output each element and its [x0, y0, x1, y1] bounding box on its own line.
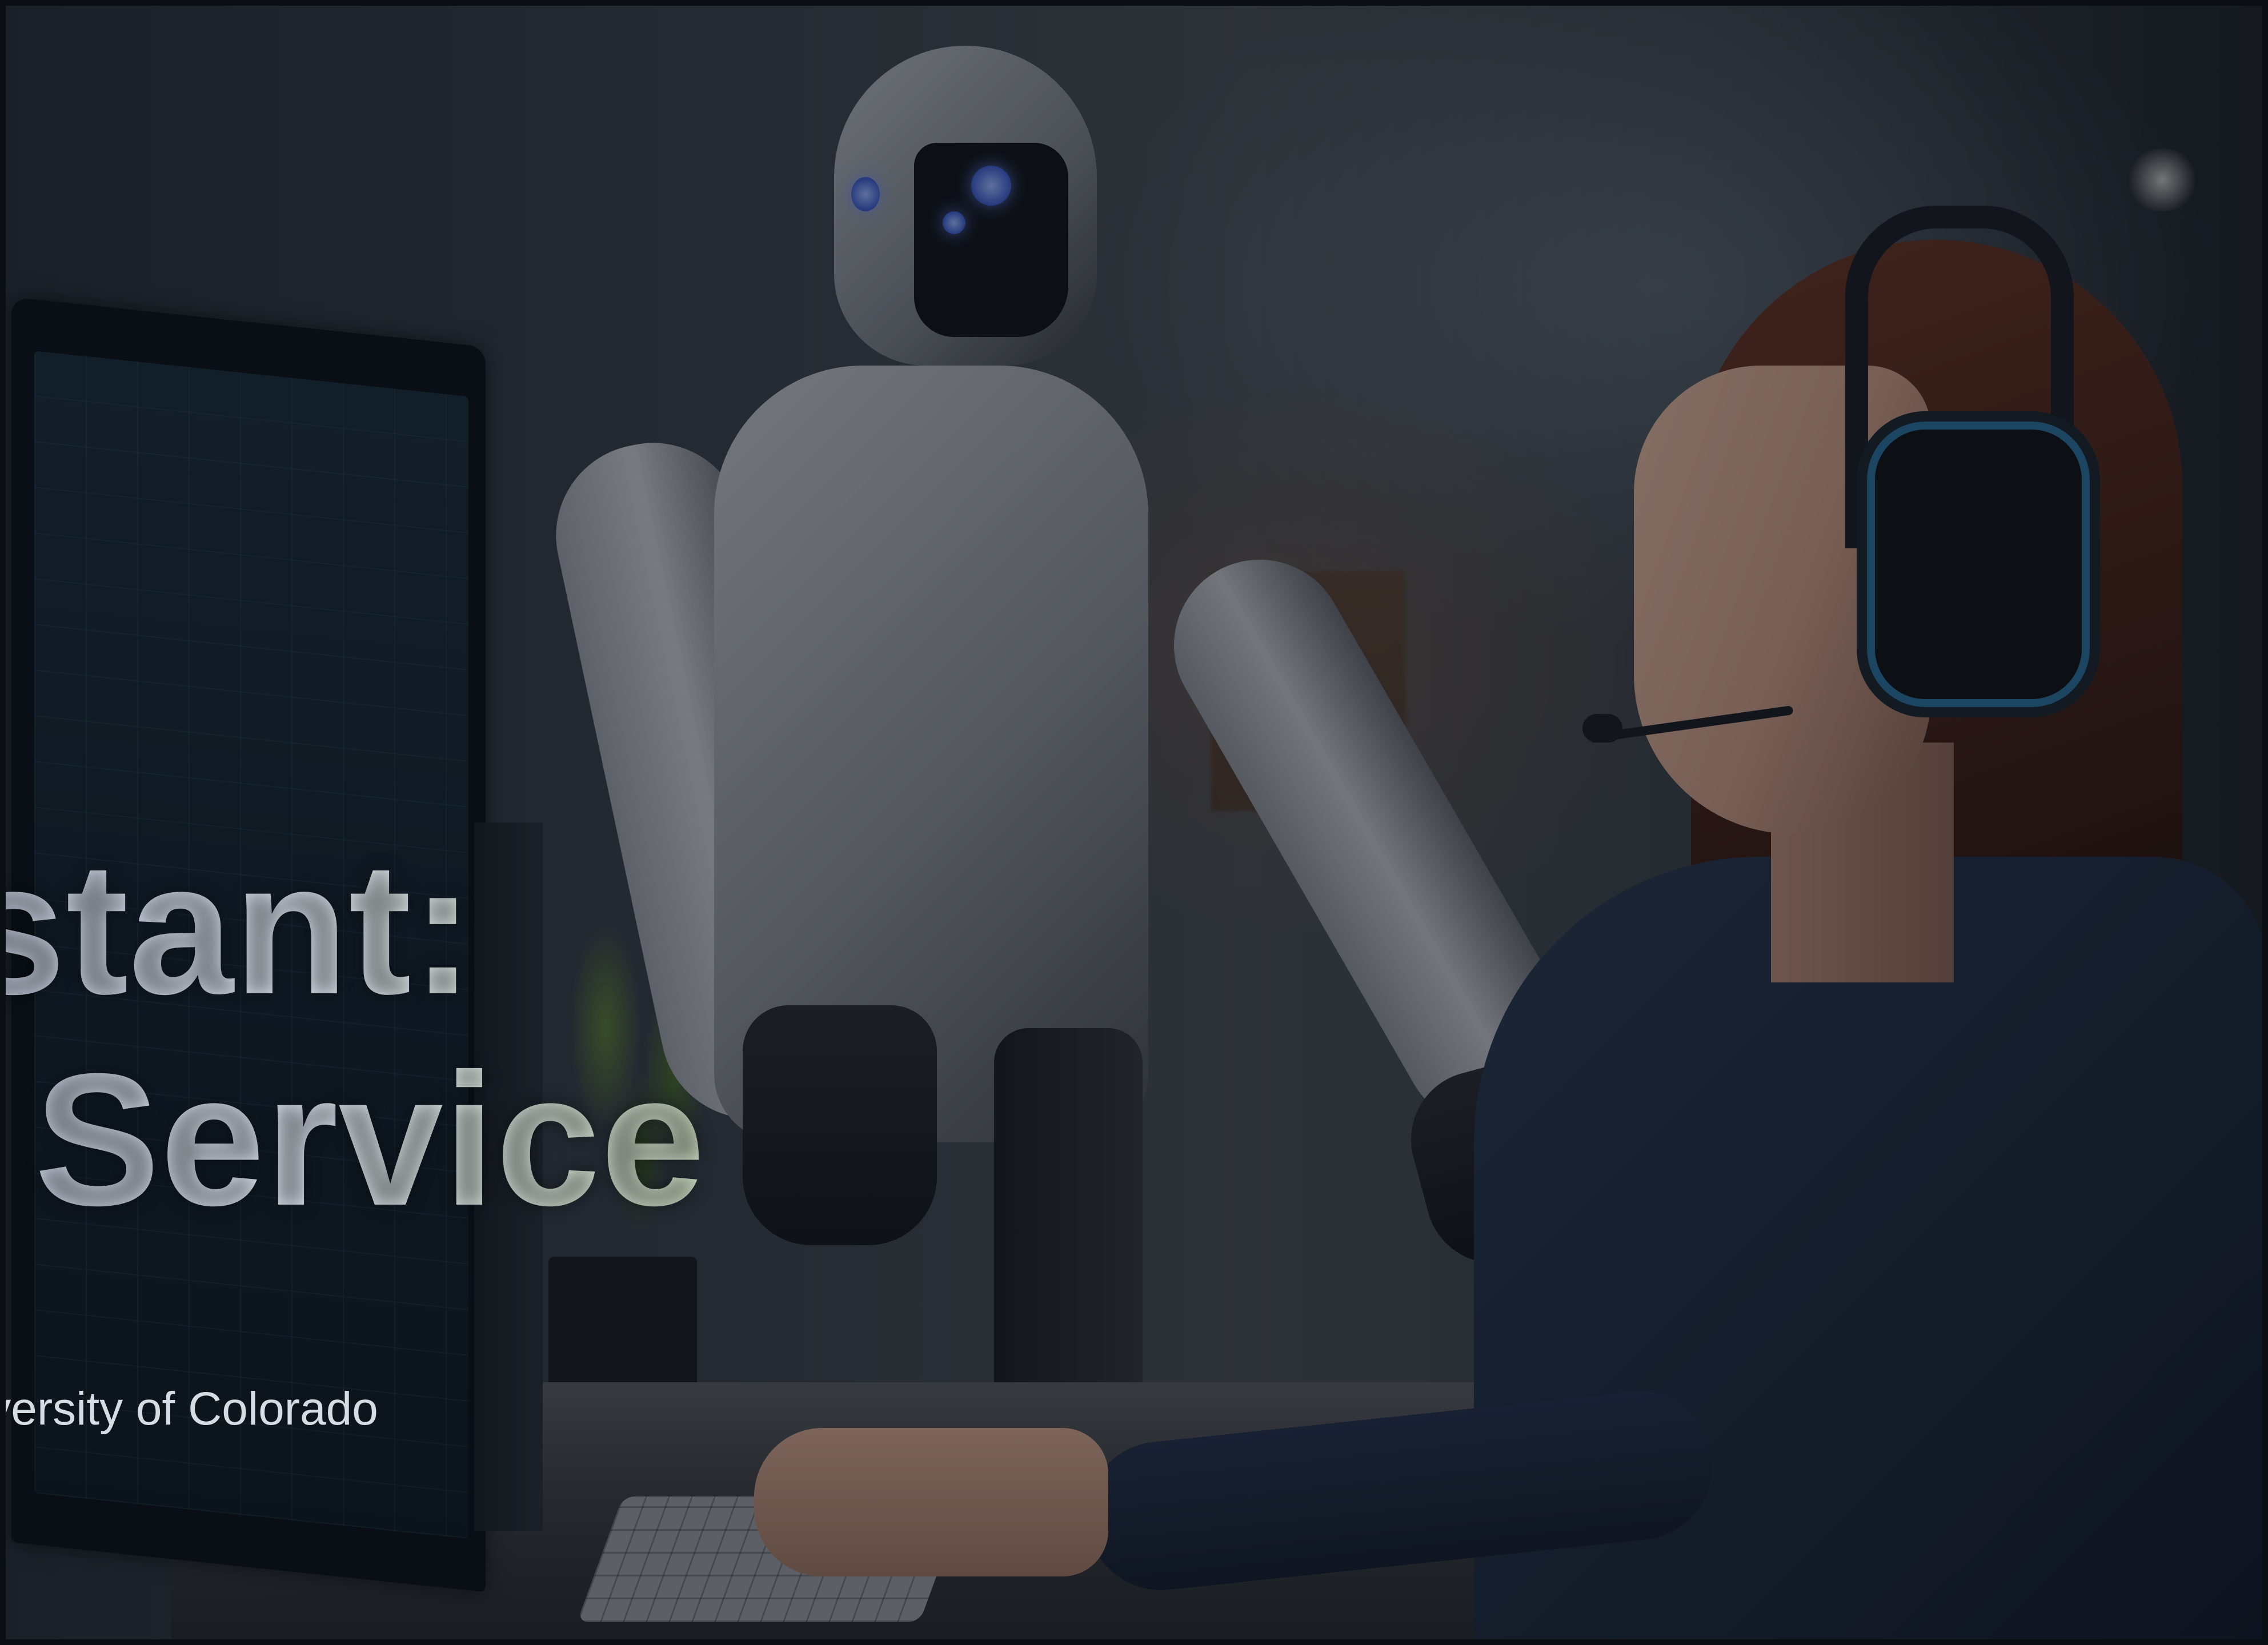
slide-frame [0, 0, 2268, 1645]
slide: istant:r Service iversity of Colorado [0, 0, 2268, 1645]
